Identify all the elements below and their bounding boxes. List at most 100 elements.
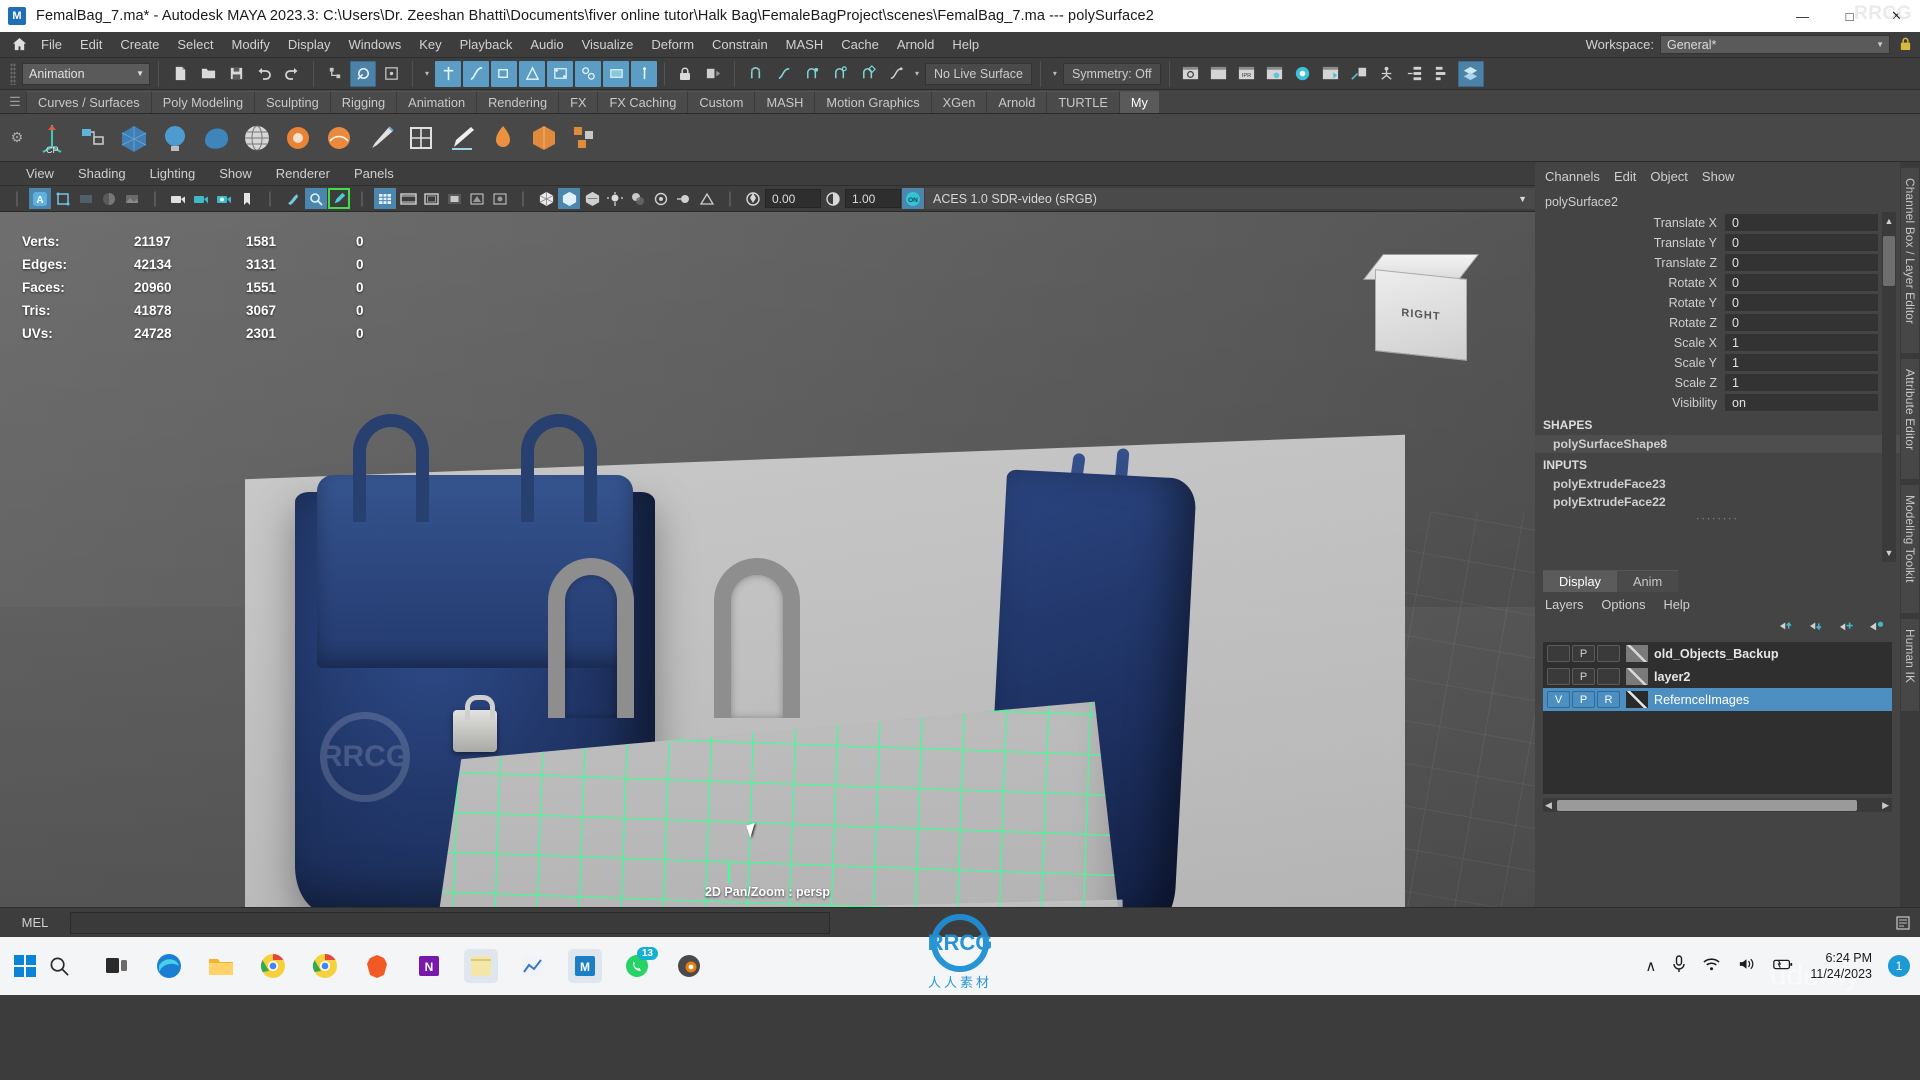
- task-view-icon[interactable]: [100, 949, 134, 983]
- script-editor-icon[interactable]: [1886, 915, 1920, 931]
- select-by-object-icon[interactable]: [350, 60, 376, 87]
- scroll-down-icon[interactable]: ▼: [1882, 546, 1896, 560]
- blue-blob-icon[interactable]: [197, 119, 235, 157]
- microphone-icon[interactable]: [1672, 955, 1686, 977]
- channel-box-icon[interactable]: [1457, 60, 1484, 87]
- menu-file[interactable]: File: [32, 34, 71, 55]
- motion-blur-icon[interactable]: [673, 188, 695, 209]
- attr-value-translate-x[interactable]: 0: [1725, 214, 1878, 231]
- menu-select[interactable]: Select: [168, 34, 222, 55]
- shelf-tab-fx[interactable]: FX: [558, 91, 598, 113]
- attr-value-translate-z[interactable]: 0: [1725, 254, 1878, 271]
- select-by-component-icon[interactable]: [378, 61, 404, 87]
- snap-to-grid-icon[interactable]: [743, 61, 769, 87]
- shelf-tab-mash[interactable]: MASH: [754, 91, 815, 113]
- channel-box-scroll-thumb[interactable]: [1883, 236, 1895, 286]
- point-icon[interactable]: [491, 60, 517, 87]
- minimize-button[interactable]: —: [1779, 0, 1826, 32]
- viewport-menu-shading[interactable]: Shading: [66, 164, 138, 183]
- shelf-tab-xgen[interactable]: XGen: [930, 91, 987, 113]
- xray-icon[interactable]: [466, 188, 488, 209]
- camera-icon[interactable]: [167, 188, 189, 209]
- hypershade-icon[interactable]: [1290, 61, 1316, 87]
- chevron-down-icon[interactable]: ▾: [1049, 69, 1061, 78]
- outliner-icon[interactable]: [1374, 61, 1400, 87]
- viewport-menu-renderer[interactable]: Renderer: [264, 164, 342, 183]
- viewport-menu-view[interactable]: View: [14, 164, 66, 183]
- battery-icon[interactable]: [1772, 957, 1794, 975]
- layer-visibility-toggle[interactable]: [1547, 668, 1570, 685]
- attr-value-rotate-z[interactable]: 0: [1725, 314, 1878, 331]
- channel-box-menu-channels[interactable]: Channels: [1545, 167, 1614, 186]
- dock-tab-attribute-editor[interactable]: Attribute Editor: [1901, 359, 1919, 479]
- live-surface-field[interactable]: No Live Surface: [925, 62, 1032, 85]
- menu-key[interactable]: Key: [410, 34, 450, 55]
- notification-badge[interactable]: 1: [1888, 955, 1910, 977]
- chrome-alt-icon[interactable]: [308, 949, 342, 983]
- channel-row-scale-y[interactable]: Scale Y 1: [1535, 353, 1878, 372]
- channel-box-menu-show[interactable]: Show: [1702, 167, 1749, 186]
- shelf-tab-custom[interactable]: Custom: [687, 91, 755, 113]
- whatsapp-icon[interactable]: 13: [620, 947, 658, 983]
- shelf-handle-icon[interactable]: ☰: [4, 91, 26, 113]
- redo-icon[interactable]: [279, 61, 305, 87]
- show-hidden-icons-icon[interactable]: ∧: [1645, 957, 1656, 975]
- menu-constrain[interactable]: Constrain: [703, 34, 777, 55]
- menu-modify[interactable]: Modify: [223, 34, 279, 55]
- menu-help[interactable]: Help: [943, 34, 988, 55]
- render-view-icon[interactable]: [1318, 61, 1344, 87]
- hull-icon[interactable]: [519, 60, 545, 87]
- menu-arnold[interactable]: Arnold: [888, 34, 944, 55]
- file-explorer-icon[interactable]: [204, 949, 238, 983]
- brush-icon[interactable]: [361, 119, 399, 157]
- 3d-viewport[interactable]: RRCG RIGHT Verts: 21197 1581 0 Edges: 42…: [0, 212, 1535, 907]
- layer-row-reference-images[interactable]: V P R ReferncelImages: [1543, 688, 1892, 711]
- menu-mash[interactable]: MASH: [777, 34, 833, 55]
- shelf-tab-sculpting[interactable]: Sculpting: [254, 91, 330, 113]
- channel-row-rotate-x[interactable]: Rotate X 0: [1535, 273, 1878, 292]
- open-scene-icon[interactable]: [195, 61, 221, 87]
- sticky-notes-icon[interactable]: [464, 949, 498, 983]
- tab-anim-layers[interactable]: Anim: [1616, 570, 1679, 592]
- attr-value-scale-y[interactable]: 1: [1725, 354, 1878, 371]
- color-management-toggle-icon[interactable]: ON: [902, 188, 924, 209]
- layer-color-swatch[interactable]: [1626, 668, 1648, 685]
- render-settings-icon[interactable]: [1262, 61, 1288, 87]
- cube-icon[interactable]: [525, 119, 563, 157]
- layer-menu-help[interactable]: Help: [1664, 597, 1708, 612]
- view-cube-right-face[interactable]: RIGHT: [1375, 269, 1467, 361]
- view-cube[interactable]: RIGHT: [1363, 254, 1479, 361]
- hypergraph-icon[interactable]: [1346, 61, 1372, 87]
- scroll-up-icon[interactable]: ▲: [1882, 214, 1896, 228]
- camera-attributes-icon[interactable]: [213, 188, 235, 209]
- channel-row-rotate-y[interactable]: Rotate Y 0: [1535, 293, 1878, 312]
- lock-icon[interactable]: [672, 61, 698, 87]
- sphere-icon[interactable]: [156, 119, 194, 157]
- paint-icon[interactable]: [484, 119, 522, 157]
- channel-box-menu-object[interactable]: Object: [1650, 167, 1702, 186]
- gamma-value-field[interactable]: 1.00: [845, 189, 901, 208]
- make-live-icon[interactable]: [883, 61, 909, 87]
- shelf-tab-rendering[interactable]: Rendering: [476, 91, 559, 113]
- toolbar-grip-icon[interactable]: [10, 62, 16, 85]
- pen-icon[interactable]: [443, 119, 481, 157]
- layer-name[interactable]: old_Objects_Backup: [1654, 647, 1779, 661]
- shelf-tab-fx-caching[interactable]: FX Caching: [597, 91, 688, 113]
- ao-icon[interactable]: [650, 188, 672, 209]
- attr-value-rotate-x[interactable]: 0: [1725, 274, 1878, 291]
- lights-icon[interactable]: [604, 188, 626, 209]
- 2d-pan-zoom-icon[interactable]: [305, 188, 327, 209]
- image-plane-icon[interactable]: [282, 188, 304, 209]
- layer-menu-layers[interactable]: Layers: [1545, 597, 1601, 612]
- shelf-tab-motion-graphics[interactable]: Motion Graphics: [814, 91, 931, 113]
- new-scene-icon[interactable]: [167, 61, 193, 87]
- tab-display-layers[interactable]: Display: [1543, 570, 1617, 592]
- channel-row-translate-z[interactable]: Translate Z 0: [1535, 253, 1878, 272]
- layer-list[interactable]: P old_Objects_Backup P layer2 V P R Refe…: [1543, 642, 1892, 794]
- dock-tab-human-ik[interactable]: Human IK: [1901, 619, 1919, 711]
- layer-playback-toggle[interactable]: P: [1572, 691, 1595, 708]
- shelf-tab-turtle[interactable]: TURTLE: [1046, 91, 1119, 113]
- globe-icon[interactable]: [238, 119, 276, 157]
- shelf-tab-poly-modeling[interactable]: Poly Modeling: [150, 91, 255, 113]
- snap-to-point-icon[interactable]: [799, 61, 825, 87]
